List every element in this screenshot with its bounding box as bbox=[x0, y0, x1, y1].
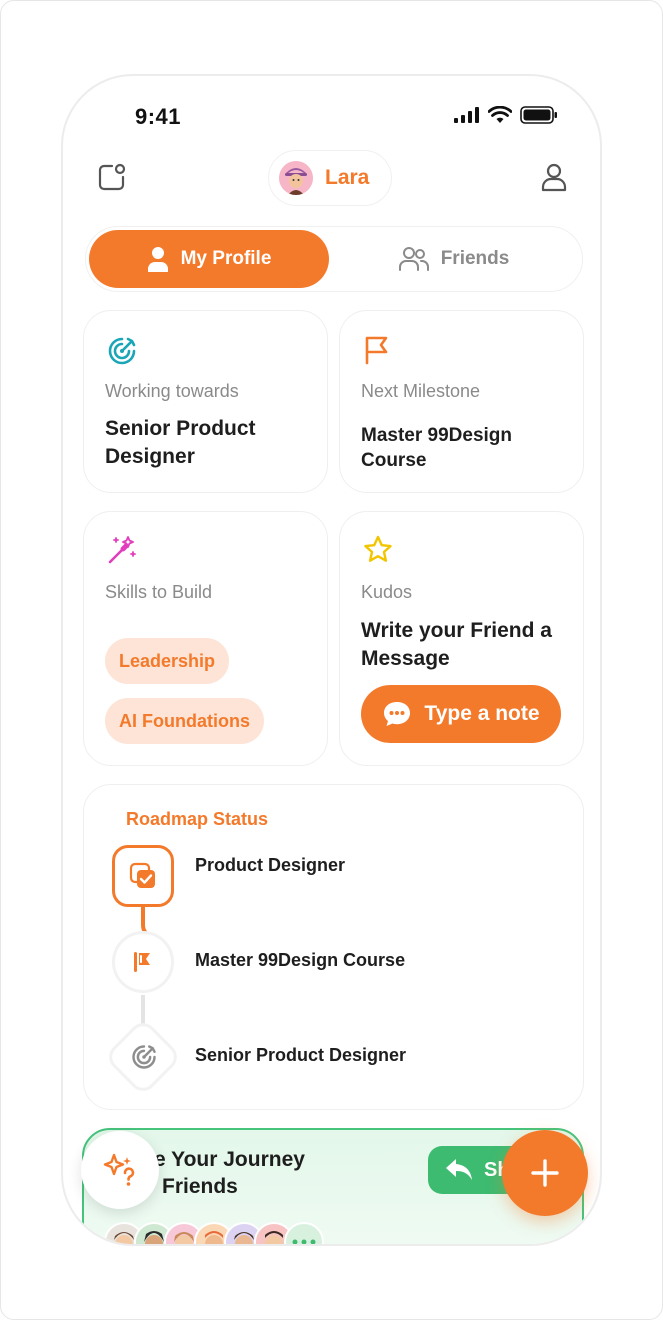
tab-friends[interactable]: Friends bbox=[329, 230, 579, 288]
roadmap-card: Roadmap Status Product Designer Master 9… bbox=[83, 784, 584, 1110]
user-switcher[interactable]: Lara bbox=[268, 150, 393, 206]
card-title: Master 99Design Course bbox=[361, 425, 513, 471]
reply-arrow-icon bbox=[446, 1159, 472, 1180]
card-label: Kudos bbox=[361, 582, 413, 602]
signal-icon bbox=[454, 107, 479, 123]
type-note-button[interactable]: Type a note bbox=[361, 685, 561, 743]
tab-label: Friends bbox=[440, 248, 510, 269]
flag-icon bbox=[365, 336, 388, 365]
card-title: Write your Friend a Message bbox=[361, 619, 552, 670]
phone-frame: 9:41 Lara My Profile Friends Working tow… bbox=[61, 74, 602, 1246]
roadmap-step-3-label: Senior Product Designer bbox=[195, 1045, 407, 1065]
tab-my-profile[interactable]: My Profile bbox=[89, 230, 329, 288]
status-icons bbox=[454, 106, 558, 124]
card-label: Skills to Build bbox=[105, 582, 213, 602]
user-avatar bbox=[279, 161, 313, 195]
roadmap-title: Roadmap Status bbox=[126, 809, 269, 829]
roadmap-step-2-marker bbox=[112, 931, 174, 993]
wifi-icon bbox=[488, 106, 512, 123]
card-skills[interactable]: Skills to Build Leadership AI Foundation… bbox=[83, 511, 328, 766]
user-name: Lara bbox=[325, 166, 370, 189]
chat-bubble-icon bbox=[384, 702, 411, 726]
user-icon bbox=[147, 247, 168, 272]
roadmap-step-1-marker bbox=[112, 845, 174, 907]
ai-assistant-button[interactable] bbox=[81, 1131, 159, 1209]
card-working-towards[interactable]: Working towards Senior Product Designer bbox=[83, 310, 328, 493]
checked-cards-icon bbox=[129, 862, 155, 888]
tab-label: My Profile bbox=[180, 248, 272, 269]
card-label: Next Milestone bbox=[361, 381, 481, 401]
battery-icon bbox=[520, 106, 557, 124]
user-outline-icon[interactable] bbox=[537, 160, 571, 194]
share-title-line2: Friends bbox=[162, 1175, 238, 1198]
skill-pill-ai-foundations[interactable]: AI Foundations bbox=[105, 698, 264, 744]
roadmap-step-2-label: Master 99Design Course bbox=[195, 950, 406, 970]
type-note-label: Type a note bbox=[424, 702, 540, 725]
add-button[interactable] bbox=[502, 1130, 588, 1216]
share-title-line1: e Your Journey bbox=[154, 1148, 305, 1171]
profile-tabs: My Profile Friends bbox=[85, 226, 583, 292]
target-icon bbox=[132, 1045, 156, 1069]
more-friends-indicator[interactable] bbox=[284, 1222, 324, 1244]
status-time: 9:41 bbox=[135, 104, 182, 129]
card-title: Senior Product Designer bbox=[105, 417, 256, 468]
friends-avatar-stack bbox=[104, 1222, 324, 1244]
star-icon bbox=[364, 535, 392, 562]
roadmap-step-1-label: Product Designer bbox=[195, 855, 346, 875]
plus-icon bbox=[531, 1159, 559, 1187]
magic-wand-icon bbox=[108, 536, 136, 564]
flag-icon bbox=[134, 952, 150, 972]
target-icon bbox=[108, 337, 136, 365]
sparkle-question-icon bbox=[103, 1153, 135, 1186]
card-label: Working towards bbox=[105, 381, 239, 401]
card-kudos: Kudos Write your Friend a Message Type a… bbox=[339, 511, 584, 766]
users-icon bbox=[398, 247, 429, 271]
skill-pill-leadership[interactable]: Leadership bbox=[105, 638, 230, 684]
notification-square-icon[interactable] bbox=[95, 160, 129, 194]
card-next-milestone[interactable]: Next Milestone Master 99Design Course bbox=[339, 310, 584, 493]
